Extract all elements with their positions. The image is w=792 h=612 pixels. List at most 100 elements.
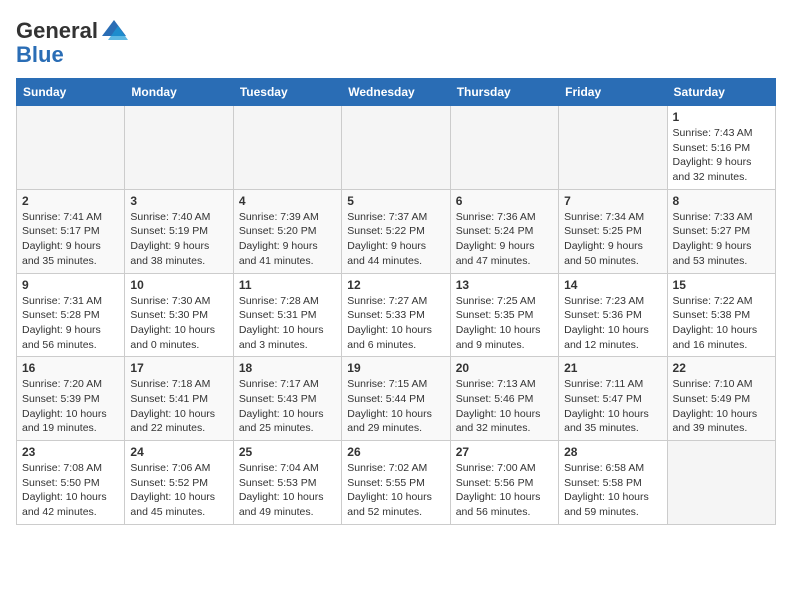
day-cell: 5Sunrise: 7:37 AM Sunset: 5:22 PM Daylig…: [342, 189, 450, 273]
day-cell: 18 Sunrise: 7:17 AM Sunset: 5:43 PM Dayli…: [233, 357, 341, 441]
day-info: Sunrise: 7:27 AM Sunset: 5:33 PM Dayligh…: [347, 294, 444, 353]
day-number: 28: [564, 445, 661, 459]
day-number: 9: [22, 278, 119, 292]
day-number: 2: [22, 194, 119, 208]
logo-blue: Blue: [16, 42, 128, 68]
day-info: Sunrise: 7:36 AM Sunset: 5:24 PM Dayligh…: [456, 210, 553, 269]
day-number: 18: [239, 361, 336, 375]
day-cell: 25 Sunrise: 7:04 AM Sunset: 5:53 PM Dayli…: [233, 441, 341, 525]
day-info: Sunrise: 7:06 AM Sunset: 5:52 PM Dayligh…: [130, 461, 227, 520]
day-cell: 26Sunrise: 7:02 AM Sunset: 5:55 PM Dayli…: [342, 441, 450, 525]
day-info: Sunrise: 7:02 AM Sunset: 5:55 PM Dayligh…: [347, 461, 444, 520]
day-cell: 16 Sunrise: 7:20 AM Sunset: 5:39 PM Dayli…: [17, 357, 125, 441]
day-cell: [450, 106, 558, 190]
day-number: 5: [347, 194, 444, 208]
day-number: 8: [673, 194, 770, 208]
day-cell: 13 Sunrise: 7:25 AM Sunset: 5:35 PM Dayli…: [450, 273, 558, 357]
weekday-header-thursday: Thursday: [450, 79, 558, 106]
day-info: Sunrise: 7:25 AM Sunset: 5:35 PM Dayligh…: [456, 294, 553, 353]
day-number: 27: [456, 445, 553, 459]
day-number: 22: [673, 361, 770, 375]
day-cell: 2Sunrise: 7:41 AM Sunset: 5:17 PM Daylig…: [17, 189, 125, 273]
day-info: Sunrise: 7:04 AM Sunset: 5:53 PM Dayligh…: [239, 461, 336, 520]
day-cell: 4 Sunrise: 7:39 AM Sunset: 5:20 PM Daylig…: [233, 189, 341, 273]
day-cell: 14 Sunrise: 7:23 AM Sunset: 5:36 PM Dayli…: [559, 273, 667, 357]
day-number: 10: [130, 278, 227, 292]
calendar-body: 1 Sunrise: 7:43 AM Sunset: 5:16 PM Daylig…: [17, 106, 776, 525]
logo-icon: [100, 16, 128, 44]
day-cell: [17, 106, 125, 190]
day-number: 17: [130, 361, 227, 375]
day-cell: 23 Sunrise: 7:08 AM Sunset: 5:50 PM Dayli…: [17, 441, 125, 525]
weekday-header-tuesday: Tuesday: [233, 79, 341, 106]
week-row-4: 16 Sunrise: 7:20 AM Sunset: 5:39 PM Dayli…: [17, 357, 776, 441]
day-number: 1: [673, 110, 770, 124]
day-cell: 12 Sunrise: 7:27 AM Sunset: 5:33 PM Dayli…: [342, 273, 450, 357]
weekday-header-sunday: Sunday: [17, 79, 125, 106]
day-info: Sunrise: 7:13 AM Sunset: 5:46 PM Dayligh…: [456, 377, 553, 436]
day-cell: 19 Sunrise: 7:15 AM Sunset: 5:44 PM Dayli…: [342, 357, 450, 441]
day-info: Sunrise: 7:28 AM Sunset: 5:31 PM Dayligh…: [239, 294, 336, 353]
week-row-2: 2Sunrise: 7:41 AM Sunset: 5:17 PM Daylig…: [17, 189, 776, 273]
day-number: 21: [564, 361, 661, 375]
day-number: 24: [130, 445, 227, 459]
day-info: Sunrise: 7:20 AM Sunset: 5:39 PM Dayligh…: [22, 377, 119, 436]
day-cell: 11 Sunrise: 7:28 AM Sunset: 5:31 PM Dayli…: [233, 273, 341, 357]
day-info: Sunrise: 7:34 AM Sunset: 5:25 PM Dayligh…: [564, 210, 661, 269]
day-number: 25: [239, 445, 336, 459]
weekday-header-saturday: Saturday: [667, 79, 775, 106]
day-info: Sunrise: 7:23 AM Sunset: 5:36 PM Dayligh…: [564, 294, 661, 353]
day-cell: 10Sunrise: 7:30 AM Sunset: 5:30 PM Dayli…: [125, 273, 233, 357]
day-cell: 21 Sunrise: 7:11 AM Sunset: 5:47 PM Dayli…: [559, 357, 667, 441]
day-cell: [233, 106, 341, 190]
week-row-3: 9 Sunrise: 7:31 AM Sunset: 5:28 PM Daylig…: [17, 273, 776, 357]
day-number: 19: [347, 361, 444, 375]
day-info: Sunrise: 7:39 AM Sunset: 5:20 PM Dayligh…: [239, 210, 336, 269]
weekday-header-friday: Friday: [559, 79, 667, 106]
day-number: 6: [456, 194, 553, 208]
day-number: 14: [564, 278, 661, 292]
day-number: 11: [239, 278, 336, 292]
weekday-header-monday: Monday: [125, 79, 233, 106]
day-info: Sunrise: 7:43 AM Sunset: 5:16 PM Dayligh…: [673, 126, 770, 185]
day-cell: 17Sunrise: 7:18 AM Sunset: 5:41 PM Dayli…: [125, 357, 233, 441]
day-cell: [342, 106, 450, 190]
day-info: Sunrise: 7:11 AM Sunset: 5:47 PM Dayligh…: [564, 377, 661, 436]
weekday-header-wednesday: Wednesday: [342, 79, 450, 106]
day-number: 4: [239, 194, 336, 208]
day-cell: 1 Sunrise: 7:43 AM Sunset: 5:16 PM Daylig…: [667, 106, 775, 190]
day-number: 12: [347, 278, 444, 292]
day-cell: 9 Sunrise: 7:31 AM Sunset: 5:28 PM Daylig…: [17, 273, 125, 357]
logo-text: General: [16, 20, 98, 42]
day-info: Sunrise: 7:15 AM Sunset: 5:44 PM Dayligh…: [347, 377, 444, 436]
week-row-5: 23 Sunrise: 7:08 AM Sunset: 5:50 PM Dayli…: [17, 441, 776, 525]
day-cell: [125, 106, 233, 190]
day-info: Sunrise: 7:10 AM Sunset: 5:49 PM Dayligh…: [673, 377, 770, 436]
day-info: Sunrise: 7:31 AM Sunset: 5:28 PM Dayligh…: [22, 294, 119, 353]
day-info: Sunrise: 7:00 AM Sunset: 5:56 PM Dayligh…: [456, 461, 553, 520]
page-header: General Blue: [16, 16, 776, 68]
day-number: 3: [130, 194, 227, 208]
day-number: 7: [564, 194, 661, 208]
day-info: Sunrise: 7:33 AM Sunset: 5:27 PM Dayligh…: [673, 210, 770, 269]
calendar-header: SundayMondayTuesdayWednesdayThursdayFrid…: [17, 79, 776, 106]
day-number: 13: [456, 278, 553, 292]
logo: General Blue: [16, 16, 128, 68]
day-cell: 22 Sunrise: 7:10 AM Sunset: 5:49 PM Dayli…: [667, 357, 775, 441]
day-cell: 15Sunrise: 7:22 AM Sunset: 5:38 PM Dayli…: [667, 273, 775, 357]
day-info: Sunrise: 7:40 AM Sunset: 5:19 PM Dayligh…: [130, 210, 227, 269]
day-cell: 27 Sunrise: 7:00 AM Sunset: 5:56 PM Dayli…: [450, 441, 558, 525]
day-info: Sunrise: 7:17 AM Sunset: 5:43 PM Dayligh…: [239, 377, 336, 436]
day-cell: 8 Sunrise: 7:33 AM Sunset: 5:27 PM Daylig…: [667, 189, 775, 273]
day-cell: 28Sunrise: 6:58 AM Sunset: 5:58 PM Dayli…: [559, 441, 667, 525]
day-cell: [667, 441, 775, 525]
day-cell: 3 Sunrise: 7:40 AM Sunset: 5:19 PM Daylig…: [125, 189, 233, 273]
day-info: Sunrise: 7:08 AM Sunset: 5:50 PM Dayligh…: [22, 461, 119, 520]
day-cell: [559, 106, 667, 190]
day-cell: 6 Sunrise: 7:36 AM Sunset: 5:24 PM Daylig…: [450, 189, 558, 273]
calendar: SundayMondayTuesdayWednesdayThursdayFrid…: [16, 78, 776, 525]
day-number: 15: [673, 278, 770, 292]
day-number: 16: [22, 361, 119, 375]
day-number: 23: [22, 445, 119, 459]
day-number: 20: [456, 361, 553, 375]
